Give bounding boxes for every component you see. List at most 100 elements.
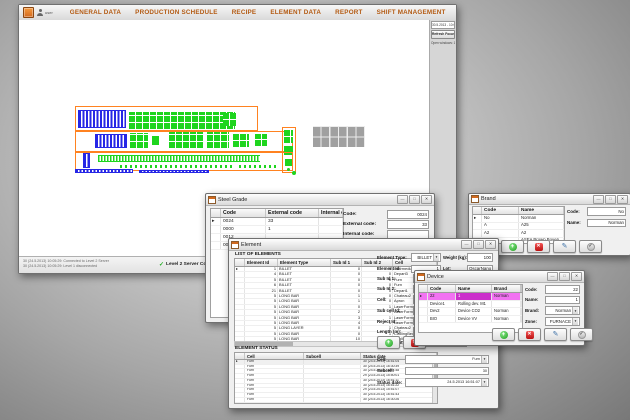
table-row[interactable]: ▸221NormanFURNACE bbox=[419, 293, 522, 301]
column-header[interactable]: Code bbox=[428, 285, 456, 293]
combo-arrow-icon[interactable]: ▼ bbox=[481, 379, 487, 386]
table-row[interactable]: Dev2Device CO2NormanCOOLING BED bbox=[419, 308, 522, 316]
column-header[interactable]: Code bbox=[221, 209, 266, 218]
maximize-button[interactable]: □ bbox=[409, 195, 420, 204]
column-header[interactable]: Internal code bbox=[319, 209, 343, 218]
form-icon bbox=[231, 241, 239, 249]
add-button[interactable]: + bbox=[501, 240, 524, 253]
remove-button[interactable]: ✕ bbox=[518, 328, 541, 341]
menu-item[interactable]: ELEMENT DATA bbox=[263, 9, 328, 16]
menu-item[interactable]: RECIPE bbox=[225, 9, 264, 16]
column-header[interactable]: Name bbox=[456, 285, 492, 293]
add-button[interactable]: + bbox=[377, 336, 400, 349]
row-marker-cell bbox=[235, 402, 245, 404]
combo-arrow-icon[interactable]: ▼ bbox=[481, 356, 487, 363]
field-input[interactable]: Furn▼ bbox=[405, 355, 489, 364]
maximize-button[interactable]: □ bbox=[605, 195, 616, 204]
plant-roller-table-2 bbox=[239, 165, 277, 168]
form-icon bbox=[417, 273, 425, 281]
table-row[interactable]: AA25 bbox=[473, 222, 564, 230]
field-input[interactable]: 0024 bbox=[387, 210, 429, 219]
confirm-button[interactable]: ✓ bbox=[570, 328, 593, 341]
field-value: 22 bbox=[573, 287, 578, 292]
confirm-button[interactable]: ✓ bbox=[579, 240, 602, 253]
close-button[interactable]: ✕ bbox=[617, 195, 628, 204]
close-button[interactable]: ✕ bbox=[485, 240, 496, 249]
minimize-button[interactable]: — bbox=[461, 240, 472, 249]
maximize-button[interactable]: □ bbox=[473, 240, 484, 249]
column-header[interactable]: Zone bbox=[521, 285, 522, 293]
row-marker-cell bbox=[211, 234, 221, 242]
minimize-button[interactable]: — bbox=[397, 195, 408, 204]
field-input[interactable]: BILLET▼ bbox=[411, 253, 441, 262]
field-input[interactable]: FURNACE▼ bbox=[545, 317, 580, 326]
field-input[interactable]: 22 bbox=[545, 285, 580, 294]
table-row[interactable]: BIODevice VVNormanROLLING MILL bbox=[419, 315, 522, 323]
table-row[interactable]: Furn30 (24.5.2013) 16:51:48 bbox=[235, 402, 437, 404]
column-header[interactable]: Element Id bbox=[245, 259, 278, 267]
column-header[interactable]: Brand bbox=[492, 285, 521, 293]
close-button[interactable]: ✕ bbox=[571, 272, 582, 281]
field-input[interactable]: 30 bbox=[405, 367, 489, 376]
table-row[interactable]: Device1Rolling dev. M1ROLLING MILL bbox=[419, 300, 522, 308]
column-header[interactable]: Sub Id 1 bbox=[331, 259, 362, 267]
minimize-button[interactable]: — bbox=[547, 272, 558, 281]
table-cell: FURNACE bbox=[521, 293, 522, 301]
menu-item[interactable]: PRODUCTION SCHEDULE bbox=[128, 9, 225, 16]
maximize-button[interactable]: □ bbox=[559, 272, 570, 281]
combo-arrow-icon[interactable]: ▼ bbox=[572, 307, 578, 314]
add-icon: + bbox=[500, 331, 508, 339]
field-input[interactable]: No bbox=[587, 207, 626, 216]
edit-button[interactable]: ✎ bbox=[544, 328, 567, 341]
menu-item[interactable]: SHIFT MANAGEMENT bbox=[370, 9, 453, 16]
add-button[interactable]: + bbox=[492, 328, 515, 341]
log-line: 30 (24.5.2013) 10:05:29: Connected to Le… bbox=[23, 259, 109, 264]
field-input[interactable]: Norman▼ bbox=[545, 306, 580, 315]
field-label: Reject Id: bbox=[377, 319, 413, 324]
menu-bar: user GENERAL DATAPRODUCTION SCHEDULERECI… bbox=[19, 5, 456, 21]
row-marker-header[interactable] bbox=[211, 209, 221, 218]
field-label: Name: bbox=[567, 220, 587, 225]
menu-item[interactable]: REPORT bbox=[328, 9, 369, 16]
field-input[interactable]: 100 bbox=[467, 253, 493, 262]
column-header[interactable]: External code bbox=[266, 209, 319, 218]
minimize-button[interactable]: — bbox=[593, 195, 604, 204]
row-marker-header[interactable] bbox=[473, 207, 482, 215]
row-marker-header[interactable] bbox=[419, 285, 428, 293]
row-marker-cell bbox=[419, 315, 428, 323]
field-label: Cell: bbox=[377, 357, 405, 362]
combo-arrow-icon[interactable]: ▼ bbox=[572, 318, 578, 325]
row-marker-header[interactable] bbox=[235, 259, 245, 267]
add-icon: + bbox=[509, 243, 517, 251]
table-row[interactable]: 00001 bbox=[211, 226, 343, 234]
plant-storage-b bbox=[95, 134, 127, 148]
column-header[interactable]: Code bbox=[482, 207, 519, 215]
remove-button[interactable]: ✕ bbox=[527, 240, 550, 253]
plant-equipment-b2 bbox=[152, 136, 159, 145]
table-cell: 22 bbox=[428, 293, 456, 301]
device-table[interactable]: CodeNameBrandZone▸221NormanFURNACEDevice… bbox=[418, 284, 523, 333]
field-label: Code: bbox=[343, 212, 387, 217]
table-header-row: CodeNameBrandZone bbox=[419, 285, 522, 293]
field-input[interactable]: 24.5.2013 16:51:07▼ bbox=[405, 378, 489, 387]
table-row[interactable]: ▸002433 bbox=[211, 218, 343, 226]
table-row[interactable]: A2A2 bbox=[473, 230, 564, 238]
combo-arrow-icon[interactable]: ▼ bbox=[433, 254, 439, 261]
table-cell: A2 bbox=[519, 230, 564, 238]
plant-stock-area-a2 bbox=[223, 113, 236, 126]
edit-button[interactable]: ✎ bbox=[553, 240, 576, 253]
plant-rolling-line bbox=[98, 155, 260, 162]
menu-item[interactable]: GENERAL DATA bbox=[63, 9, 128, 16]
table-row[interactable]: ▸NoNorman bbox=[473, 215, 564, 223]
column-header[interactable]: Name bbox=[519, 207, 564, 215]
plant-green-dot-2 bbox=[292, 171, 296, 175]
field-input[interactable]: Norman bbox=[587, 219, 626, 228]
column-header[interactable]: Element Type bbox=[278, 259, 331, 267]
close-button[interactable]: ✕ bbox=[421, 195, 432, 204]
field-input[interactable]: 1 bbox=[545, 296, 580, 305]
field-input[interactable]: 33 bbox=[387, 220, 429, 229]
device-window: Device —□✕ CodeNameBrandZone▸221NormanFU… bbox=[414, 270, 585, 346]
refresh-focused-form-button[interactable]: Refresh Focused Form bbox=[431, 30, 455, 39]
field-row: Element Type:BILLET▼ bbox=[377, 253, 441, 262]
field-label: Internal code: bbox=[343, 232, 387, 237]
